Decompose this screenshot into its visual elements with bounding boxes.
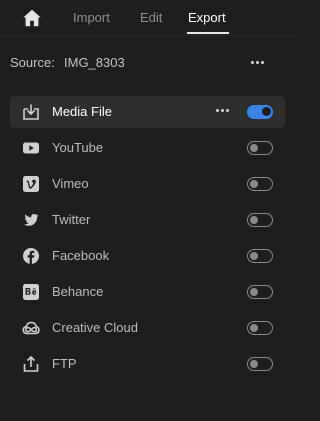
destination-label: Behance: [52, 284, 104, 299]
destination-behance[interactable]: Behance: [10, 276, 285, 308]
behance-toggle[interactable]: [247, 285, 273, 299]
destination-label: Media File: [52, 104, 112, 119]
ftp-toggle[interactable]: [247, 357, 273, 371]
active-tab-indicator: [187, 32, 229, 34]
tab-edit[interactable]: Edit: [140, 9, 162, 26]
top-navigation: Import Edit Export: [0, 0, 299, 36]
facebook-toggle[interactable]: [247, 249, 273, 263]
export-panel: Import Edit Export Source: IMG_8303 Medi…: [0, 0, 299, 421]
destination-facebook[interactable]: Facebook: [10, 240, 285, 272]
more-horizontal-icon[interactable]: [216, 109, 229, 112]
creative-cloud-icon: [22, 319, 40, 337]
vimeo-icon: [22, 175, 40, 193]
destination-creative-cloud[interactable]: Creative Cloud: [10, 312, 285, 344]
destination-label: Creative Cloud: [52, 320, 138, 335]
twitter-toggle[interactable]: [247, 213, 273, 227]
download-icon: [22, 103, 40, 121]
destination-label: Facebook: [52, 248, 110, 263]
destination-media-file[interactable]: Media File: [10, 96, 285, 128]
destination-twitter[interactable]: Twitter: [10, 204, 285, 236]
tab-import[interactable]: Import: [73, 9, 110, 26]
youtube-toggle[interactable]: [247, 141, 273, 155]
behance-icon: [22, 283, 40, 301]
nav-divider: [0, 35, 299, 36]
destination-label: YouTube: [52, 140, 104, 155]
home-icon[interactable]: [21, 7, 43, 29]
more-horizontal-icon[interactable]: [247, 54, 267, 70]
creative-cloud-toggle[interactable]: [247, 321, 273, 335]
media-file-toggle[interactable]: [247, 105, 273, 119]
destination-ftp[interactable]: FTP: [10, 348, 285, 380]
source-label: Source:: [10, 55, 55, 70]
youtube-icon: [22, 139, 40, 157]
vimeo-toggle[interactable]: [247, 177, 273, 191]
twitter-icon: [22, 211, 40, 229]
destination-label: FTP: [52, 356, 77, 371]
destination-label: Twitter: [52, 212, 91, 227]
source-filename: IMG_8303: [64, 55, 125, 70]
facebook-icon: [22, 247, 40, 265]
destination-label: Vimeo: [52, 176, 89, 191]
upload-icon: [22, 355, 40, 373]
destination-youtube[interactable]: YouTube: [10, 132, 285, 164]
tab-export[interactable]: Export: [188, 9, 226, 26]
destination-vimeo[interactable]: Vimeo: [10, 168, 285, 200]
